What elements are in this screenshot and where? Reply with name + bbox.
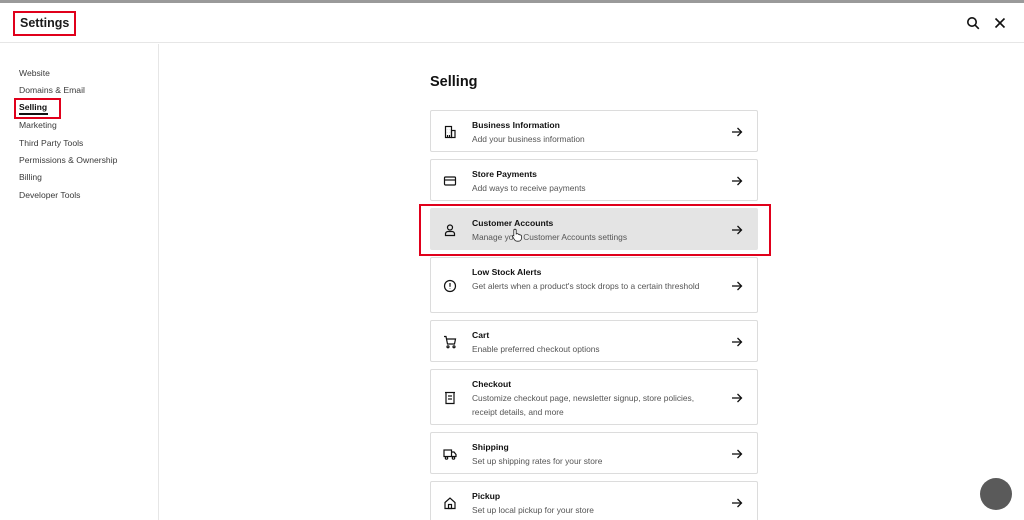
truck-icon: [443, 449, 457, 460]
close-icon: [994, 17, 1006, 29]
page-title: Settings: [13, 11, 77, 36]
receipt-icon: [445, 391, 455, 405]
card-store-payments[interactable]: Store Payments Add ways to receive payme…: [430, 159, 758, 201]
card-title: Shipping: [472, 442, 509, 452]
active-indicator: [19, 113, 48, 115]
credit-card-icon: [443, 176, 457, 186]
sidebar-item-marketing[interactable]: Marketing: [19, 119, 57, 131]
card-title: Business Information: [472, 120, 560, 130]
sidebar-item-developer-tools[interactable]: Developer Tools: [19, 189, 80, 201]
home-icon: [444, 497, 456, 510]
arrow-right-icon: [732, 176, 743, 186]
card-description: Customize checkout page, newsletter sign…: [472, 393, 695, 417]
sidebar-item-billing[interactable]: Billing: [19, 171, 42, 183]
arrow-right-icon: [732, 281, 743, 291]
sidebar-item-website[interactable]: Website: [19, 67, 50, 79]
card-description: Get alerts when a product's stock drops …: [472, 281, 700, 291]
building-icon: [444, 125, 456, 139]
card-description: Manage your Customer Accounts settings: [472, 232, 628, 242]
card-title: Checkout: [472, 379, 512, 389]
card-pickup[interactable]: Pickup Set up local pickup for your stor…: [430, 481, 758, 520]
card-description: Add ways to receive payments: [472, 183, 586, 193]
card-cart[interactable]: Cart Enable preferred checkout options: [430, 320, 758, 362]
settings-header: Settings: [0, 3, 1024, 43]
arrow-right-icon: [732, 225, 743, 235]
card-title: Customer Accounts: [472, 218, 554, 228]
card-title: Store Payments: [472, 169, 537, 179]
search-icon: [967, 17, 980, 30]
card-description: Set up shipping rates for your store: [472, 456, 603, 466]
card-title: Low Stock Alerts: [472, 267, 542, 277]
card-title: Pickup: [472, 491, 501, 501]
card-low-stock-alerts[interactable]: Low Stock Alerts Get alerts when a produ…: [430, 257, 758, 313]
arrow-right-icon: [732, 498, 743, 508]
card-shipping[interactable]: Shipping Set up shipping rates for your …: [430, 432, 758, 474]
arrow-right-icon: [732, 393, 743, 403]
sidebar-item-permissions-ownership[interactable]: Permissions & Ownership: [19, 154, 117, 166]
arrow-right-icon: [732, 337, 743, 347]
close-button[interactable]: [990, 13, 1010, 33]
section-title: Selling: [430, 74, 478, 90]
sidebar-item-third-party-tools[interactable]: Third Party Tools: [19, 137, 83, 149]
arrow-right-icon: [732, 127, 743, 137]
sidebar-item-domains-email[interactable]: Domains & Email: [19, 84, 85, 96]
cart-icon: [444, 335, 457, 349]
arrow-right-icon: [732, 449, 743, 459]
sidebar-item-selling[interactable]: Selling: [19, 101, 47, 113]
user-icon: [444, 224, 456, 237]
card-description: Set up local pickup for your store: [472, 505, 594, 515]
card-description: Enable preferred checkout options: [472, 344, 600, 354]
card-checkout[interactable]: Checkout Customize checkout page, newsle…: [430, 369, 758, 425]
search-button[interactable]: [963, 13, 983, 33]
card-customer-accounts[interactable]: Customer Accounts Manage your Customer A…: [430, 208, 758, 250]
watermark-badge: [980, 478, 1012, 510]
card-business-information[interactable]: Business Information Add your business i…: [430, 110, 758, 152]
card-description: Add your business information: [472, 134, 585, 144]
card-title: Cart: [472, 330, 490, 340]
alert-circle-icon: [443, 279, 457, 293]
